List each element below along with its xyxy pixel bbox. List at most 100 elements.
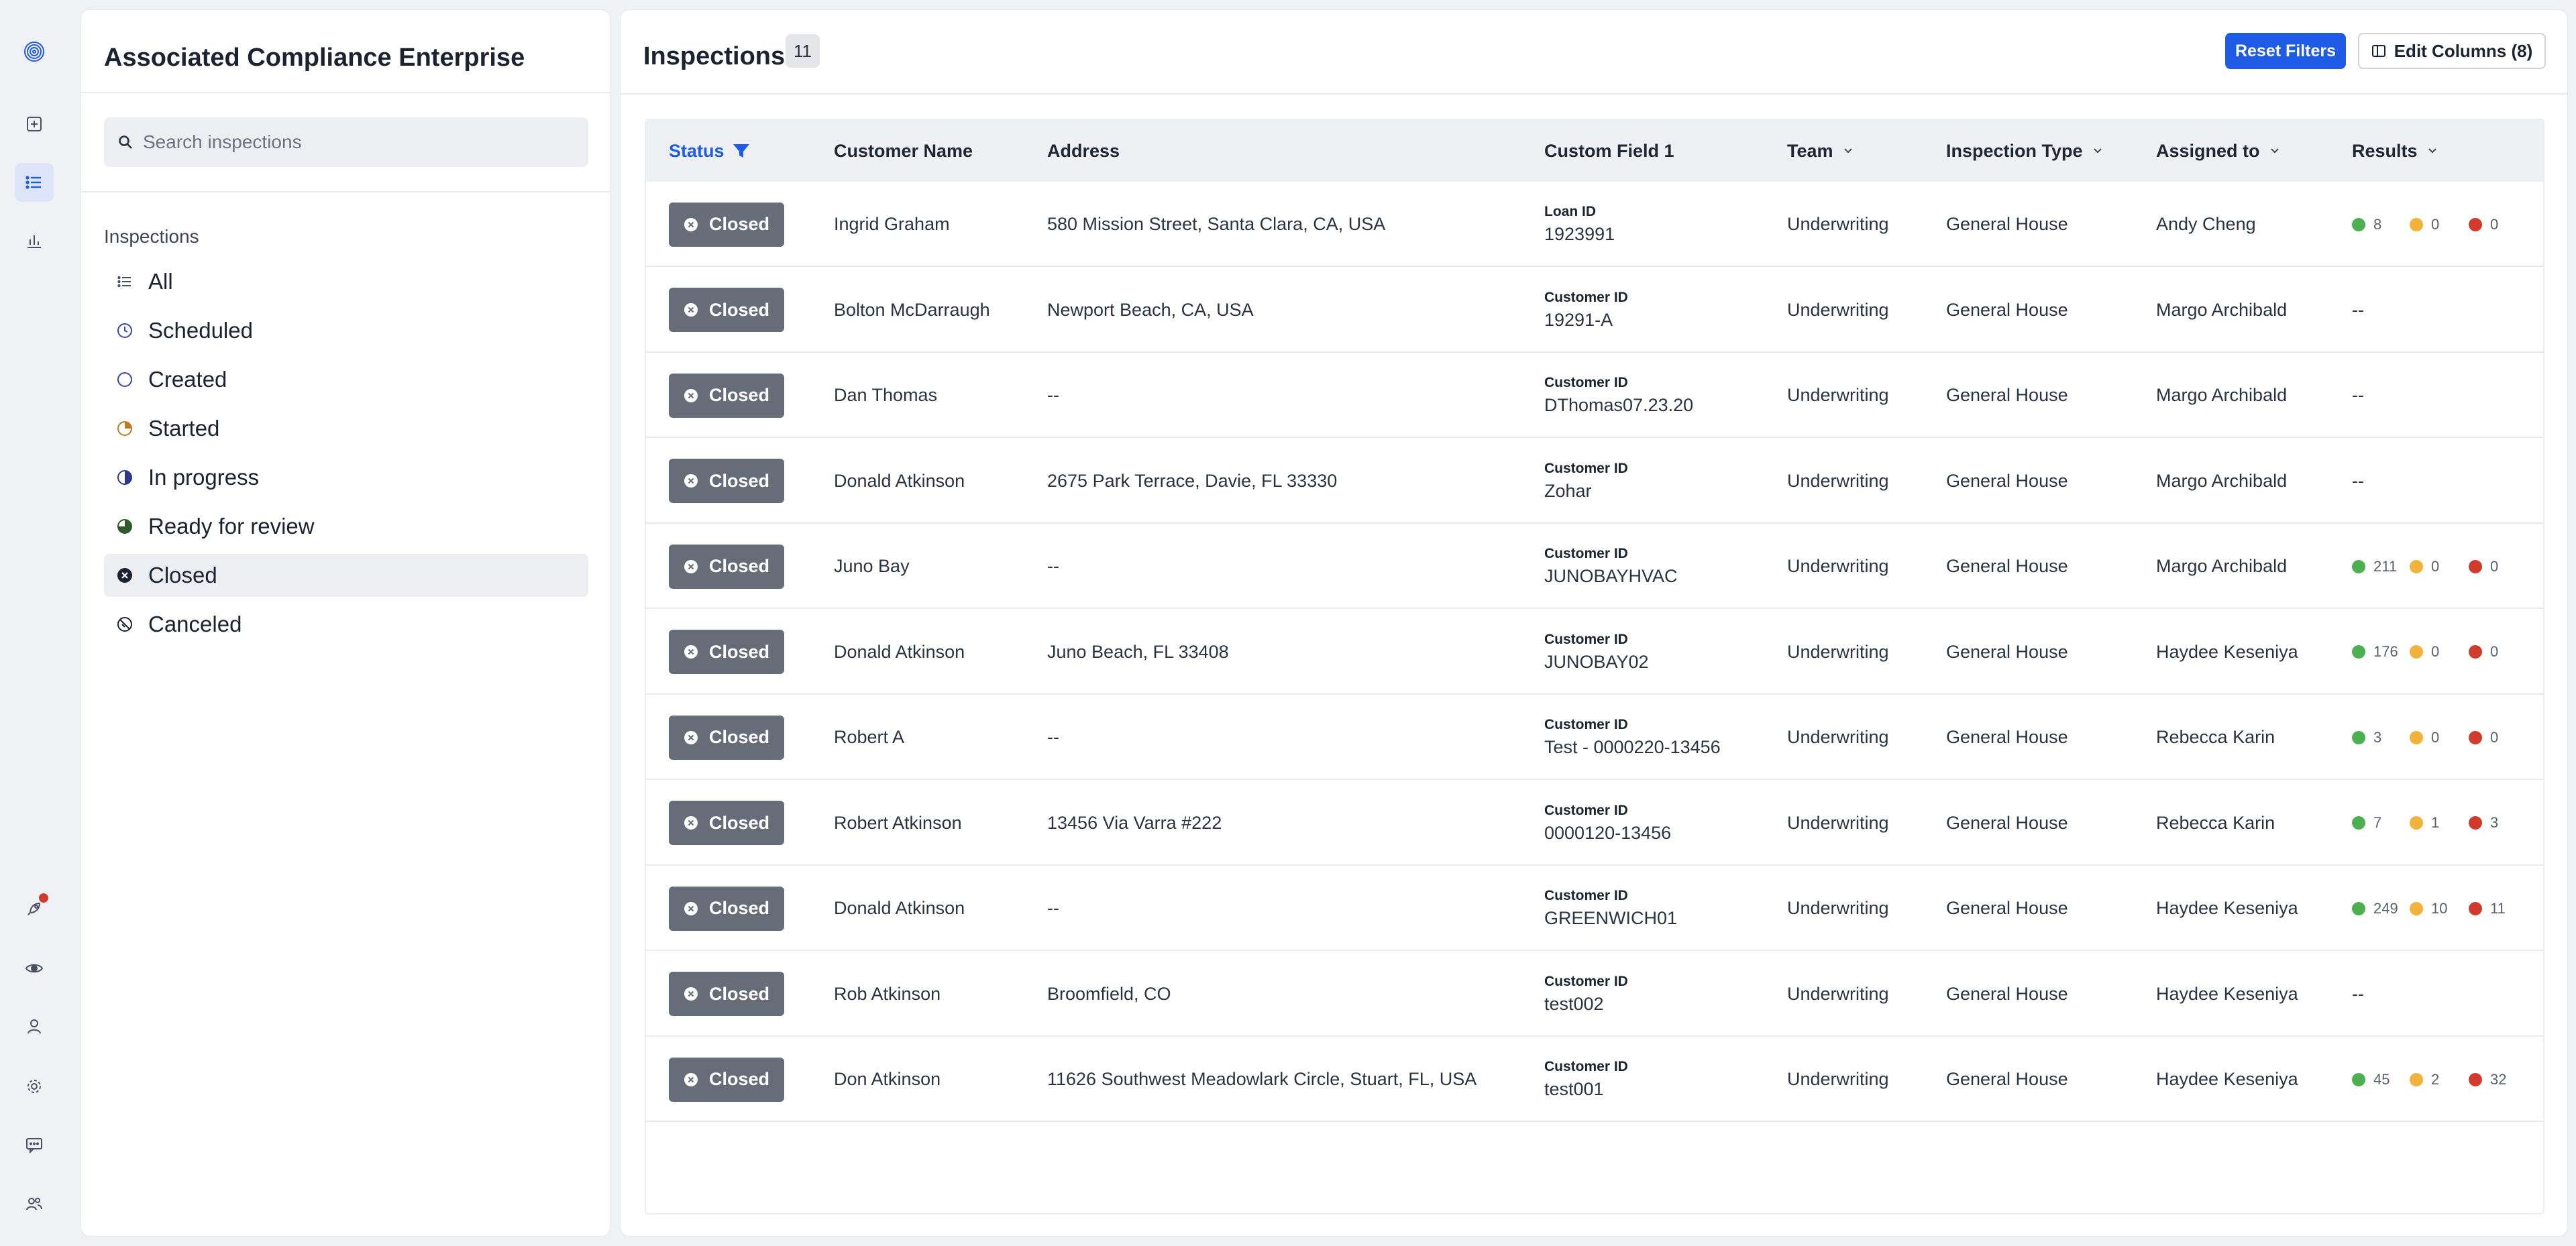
- result-count: 0: [2490, 643, 2499, 660]
- status-filter-created[interactable]: Created: [104, 358, 588, 401]
- table-row[interactable]: Closed Juno Bay -- Customer ID JUNOBAYHVAC Un…: [646, 524, 2543, 609]
- status-badge[interactable]: Closed: [669, 630, 784, 674]
- status-filter-all[interactable]: All: [104, 260, 588, 303]
- table-row[interactable]: Closed Dan Thomas -- Customer ID DThomas07.2…: [646, 353, 2543, 438]
- result-pass-count: 211: [2352, 558, 2410, 575]
- reports-chart-icon[interactable]: [15, 221, 54, 260]
- table-row[interactable]: Closed Robert Atkinson 13456 Via Varra #22…: [646, 781, 2543, 866]
- result-fail-count: 32: [2469, 1071, 2506, 1088]
- status-badge[interactable]: Closed: [669, 715, 784, 760]
- table-row[interactable]: Closed Don Atkinson 11626 Southwest Meadow…: [646, 1037, 2543, 1122]
- customer-name: Robert A: [834, 727, 905, 747]
- status-badge[interactable]: Closed: [669, 1057, 784, 1102]
- inspection-type: General House: [1946, 898, 2068, 918]
- table-row[interactable]: Closed Rob Atkinson Broomfield, CO Customer…: [646, 952, 2543, 1037]
- status-cell: Closed: [669, 439, 784, 524]
- custom-field-cell: Loan ID 1923991: [1544, 182, 1615, 267]
- status-badge[interactable]: Closed: [669, 288, 784, 332]
- result-count: 11: [2490, 899, 2506, 917]
- custom-field-cell: Customer ID test001: [1544, 1037, 1628, 1122]
- custom-field-value: GREENWICH01: [1544, 908, 1678, 928]
- column-header-status[interactable]: Status: [669, 120, 751, 182]
- result-pass-count: 7: [2352, 814, 2410, 832]
- status-filter-ready-for-review[interactable]: Ready for review: [104, 505, 588, 548]
- red-dot-icon: [2469, 901, 2482, 915]
- status-filter-started[interactable]: Started: [104, 407, 588, 450]
- status-badge[interactable]: Closed: [669, 544, 784, 589]
- status-badge[interactable]: Closed: [669, 801, 784, 845]
- page-title: Inspections: [643, 42, 786, 70]
- feedback-chat-icon[interactable]: [15, 1125, 54, 1164]
- custom-field-cell: Customer ID GREENWICH01: [1544, 866, 1677, 951]
- status-filter-in-progress[interactable]: In progress: [104, 456, 588, 499]
- status-filter-closed[interactable]: Closed: [104, 554, 588, 597]
- address: 13456 Via Varra #222: [1047, 812, 1222, 833]
- table-row[interactable]: Closed Robert A -- Customer ID Test - 000022…: [646, 695, 2543, 780]
- status-badge-label: Closed: [709, 812, 770, 833]
- address: Juno Beach, FL 33408: [1047, 641, 1229, 662]
- column-header-results[interactable]: Results: [2352, 120, 2439, 182]
- status-filter-label: Canceled: [148, 612, 242, 636]
- status-badge[interactable]: Closed: [669, 886, 784, 931]
- status-filter-label: Scheduled: [148, 318, 253, 343]
- launch-rocket-icon[interactable]: [15, 889, 54, 928]
- table-row[interactable]: Closed Ingrid Graham 580 Mission Street, S…: [646, 182, 2543, 267]
- yellow-dot-icon: [2410, 730, 2423, 744]
- result-count: 0: [2490, 728, 2499, 746]
- status-filter-label: Started: [148, 416, 220, 441]
- result-count: 32: [2490, 1070, 2507, 1088]
- edit-columns-button[interactable]: Edit Columns (8): [2358, 33, 2546, 69]
- result-pass-count: 176: [2352, 643, 2410, 661]
- divider: [81, 191, 610, 192]
- gear-icon[interactable]: [15, 1067, 54, 1106]
- custom-field-label: Customer ID: [1544, 973, 1628, 989]
- eye-icon[interactable]: [15, 949, 54, 988]
- table-row[interactable]: Closed Bolton McDarraugh Newport Beach, CA…: [646, 268, 2543, 353]
- table-row[interactable]: Closed Donald Atkinson 2675 Park Terrace, …: [646, 439, 2543, 524]
- column-header-customer[interactable]: Customer Name: [834, 120, 973, 182]
- column-header-address[interactable]: Address: [1047, 120, 1120, 182]
- results-empty: --: [2352, 983, 2364, 1004]
- status-badge[interactable]: Closed: [669, 373, 784, 418]
- reset-filters-button[interactable]: Reset Filters: [2225, 33, 2346, 69]
- app-logo-icon[interactable]: [15, 32, 54, 71]
- x-circle-icon: [684, 901, 709, 916]
- inspection-type: General House: [1946, 385, 2068, 405]
- new-inspection-icon[interactable]: [15, 105, 54, 144]
- results-cell: 8 0 0: [2352, 182, 2498, 267]
- search-box[interactable]: [104, 117, 588, 167]
- status-filter-scheduled[interactable]: Scheduled: [104, 309, 588, 352]
- column-header-assigned-to[interactable]: Assigned to: [2156, 120, 2282, 182]
- customer-name: Donald Atkinson: [834, 898, 965, 918]
- result-pass-count: 249: [2352, 900, 2410, 917]
- x-circle-icon: [684, 473, 709, 488]
- filters-panel: Associated Compliance Enterprise Inspect…: [80, 9, 610, 1237]
- table-row[interactable]: Closed Donald Atkinson Juno Beach, FL 3340…: [646, 610, 2543, 695]
- status-badge[interactable]: Closed: [669, 972, 784, 1016]
- yellow-dot-icon: [2410, 1072, 2423, 1086]
- status-badge[interactable]: Closed: [669, 202, 784, 247]
- column-header-inspection-type[interactable]: Inspection Type: [1946, 120, 2104, 182]
- results-cell: --: [2352, 439, 2364, 524]
- assigned-to: Haydee Keseniya: [2156, 641, 2298, 662]
- green-dot-icon: [2352, 730, 2365, 744]
- team-users-icon[interactable]: [15, 1184, 54, 1223]
- inspections-list-icon[interactable]: [15, 163, 54, 202]
- address: --: [1047, 385, 1059, 405]
- status-filter-canceled[interactable]: Canceled: [104, 603, 588, 646]
- status-badge[interactable]: Closed: [669, 459, 784, 503]
- clock-icon: [116, 322, 133, 339]
- user-icon[interactable]: [15, 1007, 54, 1046]
- status-cell: Closed: [669, 1037, 784, 1122]
- custom-field-value: 1923991: [1544, 224, 1615, 244]
- column-header-custom-field[interactable]: Custom Field 1: [1544, 120, 1674, 182]
- assigned-to: Margo Archibald: [2156, 470, 2288, 491]
- result-count: 0: [2490, 215, 2499, 233]
- table-row[interactable]: Closed Donald Atkinson -- Customer ID GREENW…: [646, 866, 2543, 951]
- status-badge-label: Closed: [709, 898, 770, 918]
- search-input[interactable]: [143, 131, 572, 153]
- filter-funnel-icon[interactable]: [731, 141, 751, 161]
- column-header-team[interactable]: Team: [1787, 120, 1855, 182]
- inspection-type: General House: [1946, 214, 2068, 234]
- result-count: 176: [2373, 643, 2398, 660]
